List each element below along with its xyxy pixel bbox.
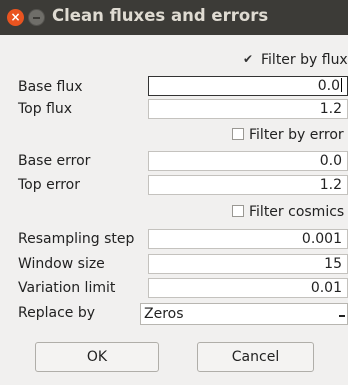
filter-cosmics-checkbox[interactable]: Filter cosmics <box>232 204 344 220</box>
filter-by-flux-label: Filter by flux <box>261 52 348 68</box>
filter-by-error-checkbox[interactable]: Filter by error <box>232 127 344 143</box>
base-error-input[interactable]: 0.0 <box>148 151 348 171</box>
base-flux-value: 0.0 <box>317 78 340 94</box>
top-flux-label: Top flux <box>18 101 73 117</box>
dialog-window: × Clean fluxes and errors Filter by flux… <box>0 0 348 385</box>
base-flux-label: Base flux <box>18 79 83 95</box>
top-error-input[interactable]: 1.2 <box>148 175 348 195</box>
variation-limit-input[interactable]: 0.01 <box>148 278 348 298</box>
replace-by-label: Replace by <box>18 305 95 321</box>
window-title: Clean fluxes and errors <box>52 6 269 25</box>
base-error-label: Base error <box>18 153 91 169</box>
text-caret <box>341 78 342 92</box>
filter-cosmics-label: Filter cosmics <box>249 204 345 220</box>
minimize-icon[interactable] <box>28 9 45 26</box>
resampling-step-label: Resampling step <box>18 231 135 247</box>
variation-limit-label: Variation limit <box>18 280 116 296</box>
close-icon[interactable]: × <box>7 9 24 26</box>
filter-by-flux-checkbox[interactable]: Filter by flux <box>243 52 348 68</box>
base-flux-input[interactable]: 0.0 <box>148 76 348 96</box>
top-flux-input[interactable]: 1.2 <box>148 99 348 119</box>
window-size-input[interactable]: 15 <box>148 254 348 274</box>
top-error-label: Top error <box>18 177 80 193</box>
cancel-button[interactable]: Cancel <box>197 342 314 372</box>
checkbox-checked-icon[interactable] <box>243 52 256 66</box>
filter-by-error-label: Filter by error <box>249 127 344 143</box>
replace-by-select[interactable]: Zeros <box>140 303 348 325</box>
ok-button[interactable]: OK <box>35 342 159 372</box>
resampling-step-input[interactable]: 0.001 <box>148 229 348 249</box>
checkbox-empty-icon[interactable] <box>232 128 244 140</box>
checkbox-empty-icon[interactable] <box>232 205 244 217</box>
dropdown-arrow-icon[interactable] <box>339 315 345 317</box>
replace-by-selected: Zeros <box>144 306 184 322</box>
window-size-label: Window size <box>18 256 105 272</box>
title-bar[interactable]: × Clean fluxes and errors <box>0 0 348 35</box>
